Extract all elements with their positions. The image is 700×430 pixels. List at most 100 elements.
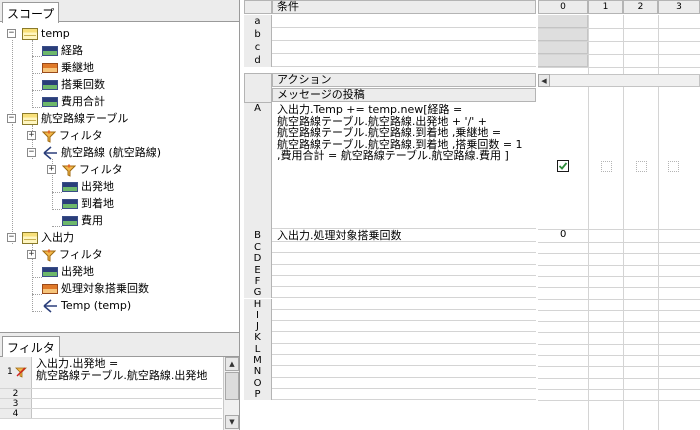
expand-toggle-icon[interactable]: + <box>27 131 36 140</box>
action-cell[interactable] <box>272 276 536 288</box>
rule-condition-cell[interactable] <box>538 28 588 41</box>
tree-item[interactable]: フィルタ <box>61 161 123 178</box>
tree-item[interactable]: 出発地 <box>62 178 114 195</box>
rule-value-b0[interactable]: 0 <box>560 229 566 240</box>
action-row-header: C <box>244 242 272 254</box>
condition-cell[interactable] <box>272 41 536 54</box>
rule-checkbox-a0[interactable] <box>557 160 569 172</box>
action-corner-header <box>244 73 272 103</box>
actions-header: アクション <box>272 73 536 87</box>
rule-column-header[interactable]: 3 <box>658 0 700 14</box>
condition-row-header: a <box>244 15 272 28</box>
tab-scope[interactable]: スコープ <box>2 2 60 23</box>
tree-item[interactable]: 到着地 <box>62 195 114 212</box>
condition-row-header: b <box>244 28 272 41</box>
field-icon <box>62 198 78 209</box>
action-row-header: G <box>244 287 272 299</box>
rule-column-header[interactable]: 2 <box>623 0 658 14</box>
action-cell[interactable] <box>272 299 536 310</box>
condition-row-header: c <box>244 41 272 54</box>
tree-item-label: 経路 <box>61 44 83 57</box>
rule-column-header[interactable]: 0 <box>538 0 588 14</box>
action-cell[interactable] <box>272 265 536 276</box>
action-row-header: L <box>244 343 272 355</box>
rule-checkbox-a1[interactable] <box>601 161 612 172</box>
tree-item[interactable]: 航空路線テーブル <box>22 110 128 127</box>
action-row-header: P <box>244 388 272 401</box>
action-cell[interactable] <box>272 366 536 378</box>
rule-grid[interactable]: 0123 ◀ 0 <box>538 0 700 430</box>
filter-row[interactable]: 1 入出力.出発地 = 航空路線テーブル.航空路線.出発地 <box>0 357 222 389</box>
expand-toggle-icon[interactable]: + <box>27 250 36 259</box>
filter-grid[interactable]: 1 入出力.出発地 = 航空路線テーブル.航空路線.出発地 2 3 4 ▲ ▼ <box>0 357 239 430</box>
tree-item[interactable]: 処理対象搭乗回数 <box>42 280 149 297</box>
filter-scrollbar[interactable]: ▲ ▼ <box>223 357 239 430</box>
action-cell[interactable] <box>272 389 536 401</box>
action-cell[interactable] <box>272 321 536 333</box>
rule-column-header[interactable]: 1 <box>588 0 623 14</box>
filter-row-number: 4 <box>0 409 32 419</box>
tree-item[interactable]: 出発地 <box>42 263 94 280</box>
tree-item[interactable]: temp <box>22 25 70 42</box>
field-icon <box>42 96 58 107</box>
action-expression[interactable]: 入出力.Temp += temp.new[経路 = 航空路線テーブル.航空路線.… <box>277 104 523 162</box>
filter-row[interactable]: 4 <box>0 409 222 419</box>
scroll-up-icon[interactable]: ▲ <box>225 357 239 371</box>
tree-item-label: フィルタ <box>59 129 103 142</box>
corner-header <box>244 0 272 14</box>
action-row-header: B <box>244 229 272 242</box>
action-cell[interactable] <box>272 253 536 265</box>
scroll-thumb[interactable] <box>225 372 239 400</box>
horizontal-scrollbar[interactable]: ◀ <box>538 74 700 87</box>
filter-expression[interactable]: 入出力.出発地 = 航空路線テーブル.航空路線.出発地 <box>36 358 207 382</box>
collapse-toggle-icon[interactable]: − <box>7 114 16 123</box>
collapse-toggle-icon[interactable]: − <box>7 233 16 242</box>
tree-item[interactable]: 搭乗回数 <box>42 76 105 93</box>
action-cell[interactable] <box>272 332 536 344</box>
expand-toggle-icon[interactable]: + <box>47 165 56 174</box>
action-row-header: F <box>244 275 272 288</box>
filter-icon <box>41 248 57 262</box>
scope-tree[interactable]: − temp 経路 乗継地 搭乗回数 費用合計 − 航空路線テーブル + フィルタ − 航空路線 (航… <box>0 23 239 328</box>
action-expression[interactable]: 入出力.処理対象搭乗回数 <box>277 230 402 242</box>
tree-item[interactable]: 費用 <box>62 212 103 229</box>
condition-cell[interactable] <box>272 28 536 41</box>
tree-item[interactable]: フィルタ <box>41 246 103 263</box>
rule-condition-cell[interactable] <box>538 54 588 67</box>
tree-item[interactable]: 経路 <box>42 42 83 59</box>
tree-item-label: 搭乗回数 <box>61 78 105 91</box>
tree-item[interactable]: Temp (temp) <box>42 297 131 314</box>
tree-item-label: フィルタ <box>59 248 103 261</box>
tree-item[interactable]: 入出力 <box>22 229 74 246</box>
scroll-down-icon[interactable]: ▼ <box>225 415 239 429</box>
table-icon <box>22 27 38 40</box>
collapse-toggle-icon[interactable]: − <box>7 29 16 38</box>
action-cell[interactable] <box>272 242 536 254</box>
condition-cell[interactable] <box>272 15 536 28</box>
rule-condition-cell[interactable] <box>538 41 588 54</box>
action-cell[interactable] <box>272 344 536 355</box>
filter-row[interactable]: 2 <box>0 389 222 399</box>
collapse-toggle-icon[interactable]: − <box>27 148 36 157</box>
action-cell[interactable] <box>272 378 536 389</box>
action-row-header: N <box>244 366 272 378</box>
action-cell[interactable] <box>272 287 536 299</box>
filter-row[interactable]: 3 <box>0 399 222 409</box>
tree-item[interactable]: フィルタ <box>41 127 103 144</box>
tree-item-label: 費用合計 <box>61 95 105 108</box>
left-pane: スコープ − temp 経路 乗継地 搭乗回数 費用合計 − 航空路線テーブル + フィルタ − 航空… <box>0 0 240 430</box>
field-icon <box>62 181 78 192</box>
tree-item[interactable]: 乗継地 <box>42 59 94 76</box>
filter-row-number: 1 <box>0 357 32 388</box>
tree-item[interactable]: 航空路線 (航空路線) <box>42 144 161 161</box>
condition-cell[interactable] <box>272 54 536 67</box>
rule-checkbox-a2[interactable] <box>636 161 647 172</box>
tree-item[interactable]: 費用合計 <box>42 93 105 110</box>
action-cell[interactable] <box>272 355 536 367</box>
tab-filter[interactable]: フィルタ <box>2 336 60 357</box>
scroll-left-icon[interactable]: ◀ <box>538 74 550 87</box>
rule-checkbox-a3[interactable] <box>668 161 679 172</box>
rule-condition-cell[interactable] <box>538 15 588 28</box>
tree-item-label: 入出力 <box>41 231 74 244</box>
action-cell[interactable] <box>272 310 536 322</box>
